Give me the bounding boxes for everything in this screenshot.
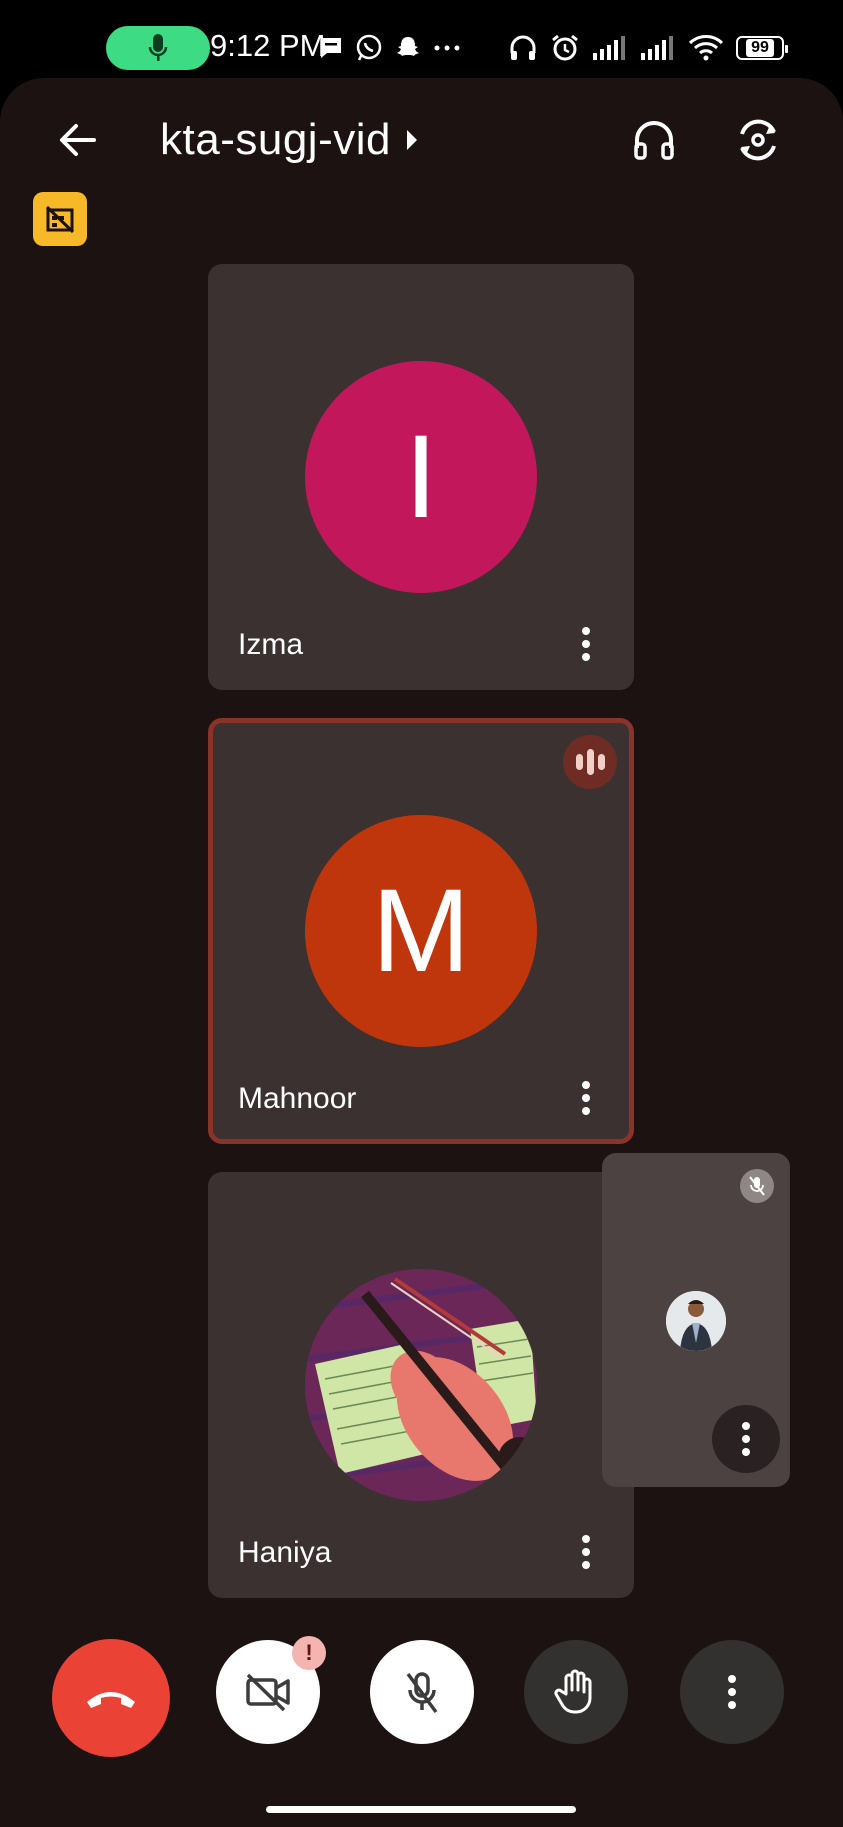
battery-icon: 99 <box>736 36 788 60</box>
signal-icon <box>641 36 673 60</box>
avatar-initial: M <box>371 865 471 997</box>
more-dots-icon <box>434 45 460 51</box>
participant-tile[interactable]: Haniya <box>208 1172 634 1598</box>
camera-off-icon <box>246 1673 290 1712</box>
status-bar: 9:12 PM 99 <box>0 0 843 78</box>
flip-camera-icon <box>740 119 776 161</box>
message-icon <box>321 38 341 58</box>
snapchat-icon <box>397 37 419 56</box>
participant-tile[interactable]: I Izma <box>208 264 634 690</box>
whatsapp-icon <box>356 34 382 61</box>
participant-menu-button[interactable] <box>568 1530 604 1574</box>
no-recording-badge[interactable] <box>33 192 87 246</box>
participant-tile-active-speaker[interactable]: M Mahnoor <box>208 718 634 1144</box>
participant-menu-button[interactable] <box>568 622 604 666</box>
mic-icon <box>148 34 168 61</box>
recording-disabled-icon <box>45 205 75 234</box>
more-vert-icon <box>582 1081 590 1115</box>
audio-output-button[interactable] <box>622 108 686 172</box>
self-view-tile[interactable] <box>602 1153 790 1487</box>
avatar: I <box>305 361 537 593</box>
person-photo <box>666 1291 726 1351</box>
wifi-icon <box>688 35 724 61</box>
home-indicator[interactable] <box>266 1806 576 1813</box>
more-vert-icon <box>582 1535 590 1569</box>
end-call-button[interactable] <box>52 1639 170 1757</box>
raise-hand-icon <box>554 1669 592 1714</box>
more-options-button[interactable] <box>680 1640 784 1744</box>
raise-hand-button[interactable] <box>524 1640 628 1744</box>
avatar-photo <box>305 1269 537 1501</box>
camera-alert-badge: ! <box>292 1636 326 1670</box>
mic-toggle-button[interactable] <box>370 1640 474 1744</box>
status-time: 9:12 PM <box>210 28 326 63</box>
notification-icons <box>318 30 462 66</box>
back-arrow-icon <box>60 124 96 156</box>
meeting-info-button[interactable]: kta-sugj-vid <box>160 108 419 172</box>
camera-toggle-button[interactable]: ! <box>216 1636 326 1744</box>
avatar-initial: I <box>404 411 438 543</box>
meeting-code: kta-sugj-vid <box>160 115 391 164</box>
more-vert-icon <box>728 1675 736 1709</box>
hang-up-icon <box>87 1692 135 1708</box>
self-avatar <box>666 1291 726 1351</box>
muted-mic-icon <box>740 1169 774 1203</box>
caret-right-icon <box>406 130 417 150</box>
speaking-indicator-icon <box>563 735 617 789</box>
mic-active-indicator[interactable] <box>106 26 210 70</box>
more-vert-icon <box>742 1422 750 1456</box>
headphones-icon <box>510 35 536 60</box>
violin-image <box>305 1269 537 1501</box>
self-view-menu-button[interactable] <box>712 1405 780 1473</box>
avatar: M <box>305 815 537 1047</box>
more-vert-icon <box>582 627 590 661</box>
signal-icon <box>593 36 625 60</box>
alarm-icon <box>552 34 578 61</box>
participant-menu-button[interactable] <box>568 1076 604 1120</box>
headset-icon <box>634 121 674 160</box>
switch-camera-button[interactable] <box>726 108 790 172</box>
back-button[interactable] <box>48 110 108 170</box>
participant-name: Izma <box>238 628 304 661</box>
participant-name: Mahnoor <box>238 1082 357 1115</box>
system-icons: 99 <box>508 30 788 66</box>
participant-name: Haniya <box>238 1536 332 1569</box>
mic-off-icon <box>406 1672 438 1714</box>
